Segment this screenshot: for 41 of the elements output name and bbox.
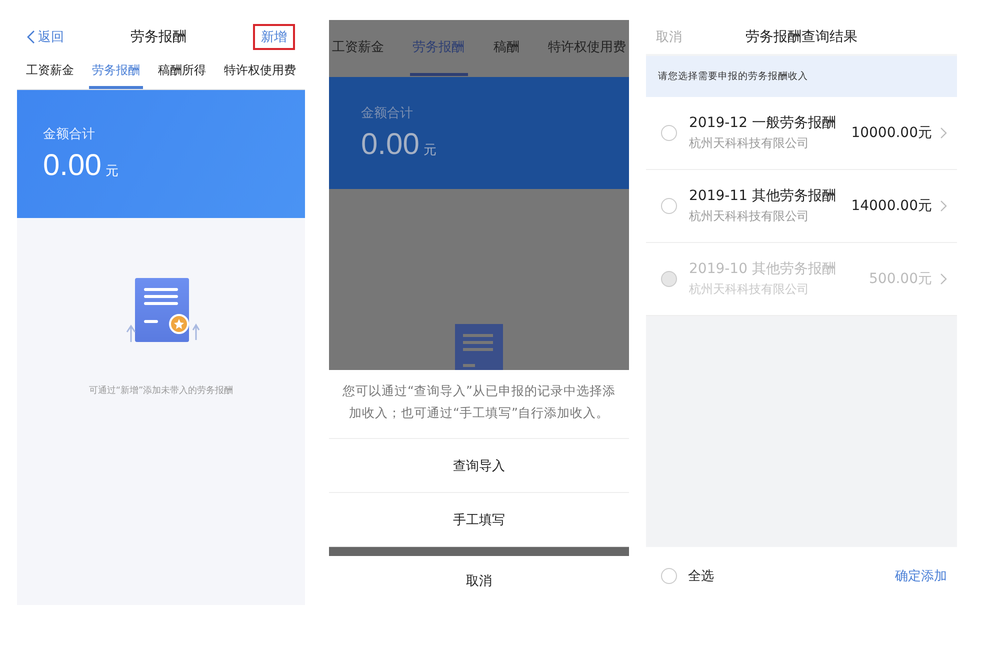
tab[interactable]: 稿酬所得 bbox=[155, 54, 209, 89]
chevron-right-icon bbox=[940, 273, 947, 285]
tab[interactable]: 工资薪金 bbox=[329, 20, 387, 76]
company-name: 杭州天科科技有限公司 bbox=[689, 208, 810, 225]
total-label: 金额合计 bbox=[43, 126, 96, 143]
cancel-button[interactable]: 取消 bbox=[656, 28, 682, 46]
total-amount: 0.00 bbox=[361, 128, 420, 162]
screen-title: 劳务报酬 bbox=[130, 28, 186, 46]
empty-hint: 可通过“新增”添加未带入的劳务报酬 bbox=[88, 384, 234, 397]
tab[interactable]: 特许权使用费 bbox=[221, 54, 299, 89]
record-amount: 10000.00元 bbox=[851, 124, 932, 142]
record-row[interactable]: 2019-12 一般劳务报酬 杭州天科科技有限公司 10000.00元 bbox=[646, 97, 957, 170]
back-button[interactable]: 返回 bbox=[27, 28, 64, 46]
record-row[interactable]: 2019-11 其他劳务报酬 杭州天科科技有限公司 14000.00元 bbox=[646, 170, 957, 243]
confirm-add-button[interactable]: 确定添加 bbox=[895, 567, 947, 585]
tab[interactable]: 工资薪金 bbox=[23, 54, 77, 89]
record-title: 2019-12 一般劳务报酬 bbox=[689, 114, 837, 132]
chevron-right-icon bbox=[940, 127, 947, 139]
hint-banner: 请您选择需要申报的劳务报酬收入 bbox=[646, 56, 957, 97]
record-amount: 500.00元 bbox=[869, 270, 932, 288]
record-title: 2019-11 其他劳务报酬 bbox=[689, 187, 837, 205]
record-amount: 14000.00元 bbox=[851, 197, 932, 215]
sheet-option[interactable]: 查询导入 bbox=[329, 439, 629, 493]
record-title: 2019-10 其他劳务报酬 bbox=[689, 260, 837, 278]
total-amount: 0.00 bbox=[43, 149, 102, 183]
sheet-message: 您可以通过“查询导入”从已申报的记录中选择添加收入；也可通过“手工填写”自行添加收入。 bbox=[329, 370, 629, 439]
currency-unit: 元 bbox=[105, 163, 118, 180]
total-label: 金额合计 bbox=[361, 105, 414, 122]
currency-unit: 元 bbox=[423, 142, 436, 159]
tab[interactable]: 特许权使用费 bbox=[544, 20, 629, 76]
company-name: 杭州天科科技有限公司 bbox=[689, 135, 810, 152]
chevron-right-icon bbox=[940, 200, 947, 212]
radio-button[interactable] bbox=[661, 125, 677, 141]
cancel-button[interactable]: 取消 bbox=[329, 556, 629, 605]
radio-button[interactable] bbox=[661, 568, 677, 584]
screen-title: 劳务报酬查询结果 bbox=[746, 28, 858, 46]
radio-button[interactable] bbox=[661, 198, 677, 214]
select-all-label: 全选 bbox=[688, 568, 715, 585]
chevron-left-icon bbox=[27, 30, 35, 44]
add-button[interactable]: 新增 bbox=[253, 24, 295, 50]
tab[interactable]: 稿酬 bbox=[490, 20, 522, 76]
